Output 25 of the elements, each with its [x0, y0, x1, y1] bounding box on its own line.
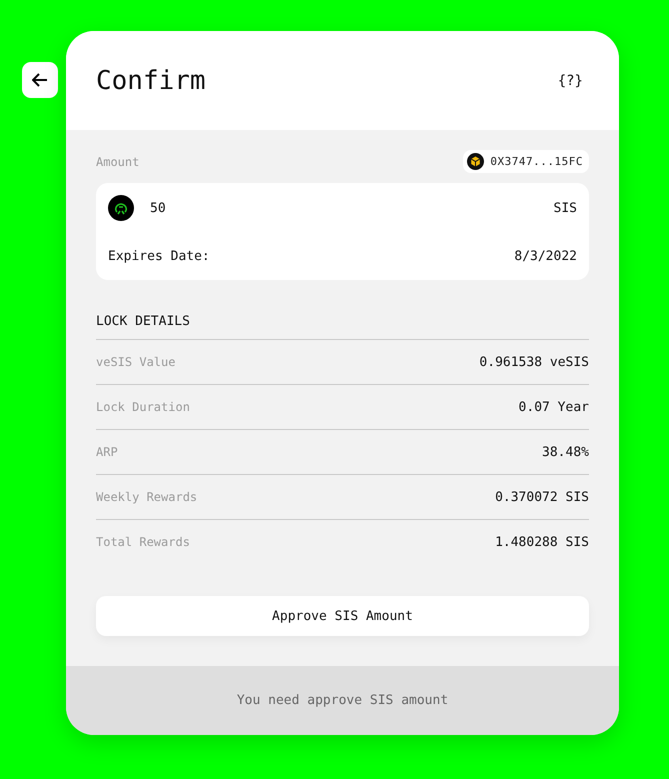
detail-label: veSIS Value: [96, 355, 176, 369]
token-symbol: SIS: [554, 200, 577, 216]
detail-value: 1.480288 SIS: [495, 534, 589, 550]
amount-value: 50: [150, 200, 166, 216]
token-logo-icon: [108, 195, 134, 221]
detail-value: 0.07 Year: [518, 400, 589, 414]
token-coin-icon: [467, 153, 484, 170]
wallet-address-pill[interactable]: 0X3747...15FC: [463, 150, 589, 173]
back-button[interactable]: [22, 62, 58, 98]
window-title: Confirm: [96, 66, 206, 96]
detail-label: Weekly Rewards: [96, 490, 198, 504]
expires-value: 8/3/2022: [514, 249, 577, 264]
detail-value: 0.961538 veSIS: [479, 354, 589, 370]
approve-button[interactable]: Approve SIS Amount: [96, 596, 589, 636]
footer-message: You need approve SIS amount: [236, 693, 448, 708]
section-title: LOCK DETAILS: [96, 314, 191, 329]
expires-label: Expires Date:: [108, 249, 210, 264]
detail-label: Total Rewards: [96, 535, 190, 549]
detail-label: ARP: [96, 445, 118, 459]
help-link[interactable]: {?}: [558, 72, 583, 88]
detail-value: 0.370072 SIS: [495, 490, 589, 504]
amount-label: Amount: [96, 154, 140, 168]
back-arrow-icon: [32, 73, 48, 87]
detail-label: Lock Duration: [96, 400, 190, 414]
detail-value: 38.48%: [542, 444, 589, 460]
